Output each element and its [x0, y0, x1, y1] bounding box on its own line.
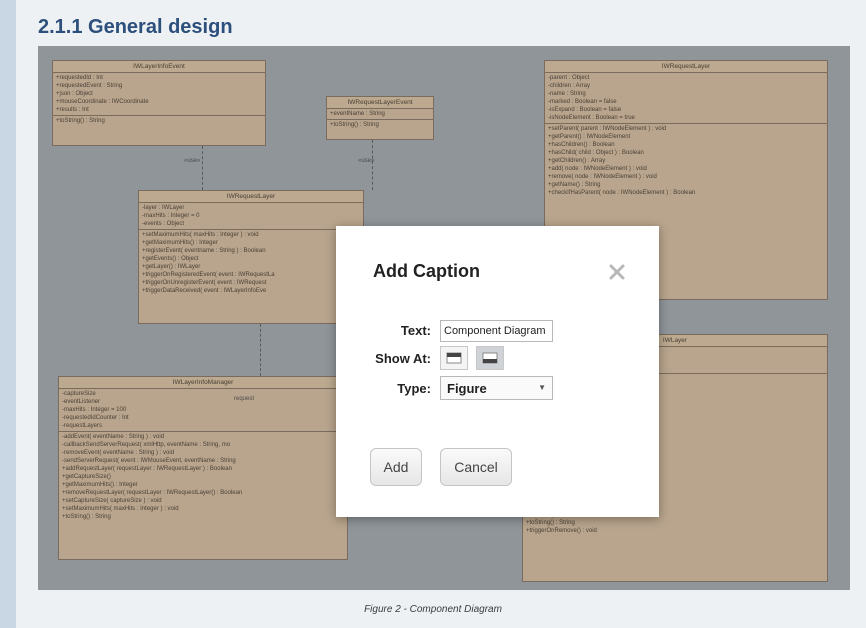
dependency-connector [372, 140, 373, 190]
uml-member-line: -isNodeElement : Boolean = true [548, 115, 635, 121]
show-at-bottom-button[interactable] [476, 346, 504, 370]
figure-caption: Figure 2 - Component Diagram [364, 604, 502, 615]
uml-class-name: IWLayerInfoEvent [53, 61, 265, 73]
uml-methods: +setMaximumHits( maxHits : Integer ) : v… [139, 230, 363, 296]
caption-top-icon [446, 352, 462, 364]
left-margin-strip [0, 0, 16, 628]
uml-member-line: +addRequestLayer( requestLayer : IWReque… [62, 466, 232, 472]
type-select-value: Figure [447, 381, 487, 396]
uml-class-name: IWRequestLayer [139, 191, 363, 203]
caption-bottom-icon [482, 352, 498, 364]
uml-member-line: -children : Array [548, 83, 591, 89]
close-x-icon[interactable] [606, 261, 628, 283]
uml-member-line: +getMaximumHits() : Integer [142, 240, 218, 246]
uml-member-line [548, 213, 824, 221]
uml-attributes: -parent : Object -children : Array -name :… [545, 73, 827, 124]
uml-member-line: -parent : Object [548, 75, 590, 81]
chevron-down-icon: ▼ [538, 383, 546, 392]
uml-member-line: +triggerOnUnregisterEvent( event : IWReq… [142, 280, 267, 286]
uml-member-line: +registerEvent( eventname : String ) : B… [142, 248, 266, 254]
uml-member-line: +toString() : String [526, 520, 575, 526]
uml-member-line: -addEvent( eventName : String ) : void [62, 434, 165, 440]
uml-member-line: -isExpand : Boolean = false [548, 107, 622, 113]
uml-member-line [548, 197, 824, 205]
uml-member-line: +json : Object [56, 91, 93, 97]
uml-member-line: +requestedEvent : String [56, 83, 123, 89]
uml-member-line: -requestLayers [62, 423, 103, 429]
show-at-top-button[interactable] [440, 346, 468, 370]
uml-class-iwlayerinfomanager: IWLayerInfoManager -captureSize -eventLis… [58, 376, 348, 560]
uml-member-line: +getMaximumHits() : Integer [62, 482, 138, 488]
show-at-label: Show At: [375, 351, 431, 366]
uml-member-line: -maxHits : Integer = 100 [62, 407, 127, 413]
uml-member-line: +triggerOnRegisteredEvent( event : IWReq… [142, 272, 275, 278]
uml-attributes: +eventName : String [327, 109, 433, 120]
uml-member-line: +removeRequestLayer( requestLayer : IWRe… [62, 490, 243, 496]
uml-member-line: +eventName : String [330, 111, 385, 117]
uml-member-line: +mouseCoordinate : IWCoordinate [56, 99, 149, 105]
dialog-title: Add Caption [373, 261, 480, 281]
uml-class-name: IWRequestLayer [545, 61, 827, 73]
uml-member-line: +triggerDataReceived( event : IWLayerInf… [142, 288, 267, 294]
add-caption-dialog: Add Caption Text: Component Diagram Show… [336, 226, 659, 517]
uml-member-line: -eventListener [62, 399, 101, 405]
uml-member-line: -sendServerRequest( event : IWMouseEvent… [62, 458, 236, 464]
uml-member-line: +requestedId : Int [56, 75, 103, 81]
text-field-label: Text: [400, 323, 431, 338]
uml-member-line: -removeEvent( eventName : String ) : voi… [62, 450, 175, 456]
uml-member-line: +getChildren() : Array [548, 158, 606, 164]
uml-methods: +toString() : String [327, 120, 433, 130]
uml-member-line [548, 205, 824, 213]
uml-member-line: +toString() : String [56, 118, 105, 124]
uml-member-line: -layer : IWLayer [142, 205, 185, 211]
uml-member-line: -marked : Boolean = false [548, 99, 617, 105]
uml-member-line: +getCaptureSize() [62, 474, 111, 480]
uml-attributes: -layer : IWLayer -maxHits : Integer = 0 -e… [139, 203, 363, 230]
uml-member-line: +remove( node : IWNodeElement ) : void [548, 174, 657, 180]
stereotype-label: «use» [358, 158, 375, 164]
stereotype-label: «use» [184, 158, 201, 164]
uml-member-line: +setParent( parent : IWNodeElement ) : v… [548, 126, 667, 132]
uml-attributes: +requestedId : Int +requestedEvent : Stri… [53, 73, 265, 116]
caption-text-input[interactable]: Component Diagram [440, 320, 553, 342]
uml-member-line: -name : String [548, 91, 586, 97]
uml-member-line: +setMaximumHits( maxHits : Integer ) : v… [142, 232, 259, 238]
uml-member-line: -captureSize [62, 391, 96, 397]
uml-member-line: +toString() : String [330, 122, 379, 128]
dependency-connector [202, 146, 203, 190]
uml-member-line: -maxHits : Integer = 0 [142, 213, 200, 219]
uml-methods: +toString() : String [53, 116, 265, 126]
section-heading: 2.1.1 General design [38, 16, 233, 38]
uml-class-name: IWRequestLayerEvent [327, 97, 433, 109]
add-button[interactable]: Add [370, 448, 422, 486]
uml-member-line: +getParent() : IWNodeElement [548, 134, 631, 140]
uml-class-iwrequestlayerevent: IWRequestLayerEvent +eventName : String … [326, 96, 434, 140]
uml-member-line: +getName() : String [548, 182, 601, 188]
uml-member-line: +toString() : String [62, 514, 111, 520]
uml-member-line: +hasChild( child : Object ) : Boolean [548, 150, 644, 156]
uml-member-line: +setCaptureSize( captureSize ) : void [62, 498, 162, 504]
uml-member-line: -events : Object [142, 221, 185, 227]
association-connector [260, 324, 261, 376]
uml-attributes: -captureSize -eventListener -maxHits : Int… [59, 389, 347, 432]
uml-member-line: +checkIfHasParent( node : IWNodeElement … [548, 190, 696, 196]
uml-member-line: -requestedIdCounter : Int [62, 415, 129, 421]
uml-methods: -addEvent( eventName : String ) : void -c… [59, 432, 347, 522]
uml-member-line: +hasChildren() : Boolean [548, 142, 615, 148]
uml-class-iwlayerinfoevent: IWLayerInfoEvent +requestedId : Int +requ… [52, 60, 266, 146]
type-field-label: Type: [397, 381, 431, 396]
uml-class-iwrequestlayer: IWRequestLayer -layer : IWLayer -maxHits … [138, 190, 364, 324]
uml-member-line: +getLayer() : IWLayer [142, 264, 201, 270]
association-label: request [234, 396, 255, 402]
uml-member-line: +triggerOnRemove() : void [526, 528, 597, 534]
uml-class-name: IWLayerInfoManager [59, 377, 347, 389]
uml-member-line: +results : Int [56, 107, 89, 113]
type-select[interactable]: Figure ▼ [440, 376, 553, 400]
caption-text-value: Component Diagram [444, 325, 546, 337]
uml-member-line: +getEvents() : Object [142, 256, 199, 262]
uml-member-line: +setMaximumHits( maxHits : Integer ) : v… [62, 506, 179, 512]
cancel-button[interactable]: Cancel [440, 448, 512, 486]
uml-member-line: +add( node : IWNodeElement ) : void [548, 166, 647, 172]
uml-member-line: -callbackSendServerRequest( xmlHttp, eve… [62, 442, 231, 448]
